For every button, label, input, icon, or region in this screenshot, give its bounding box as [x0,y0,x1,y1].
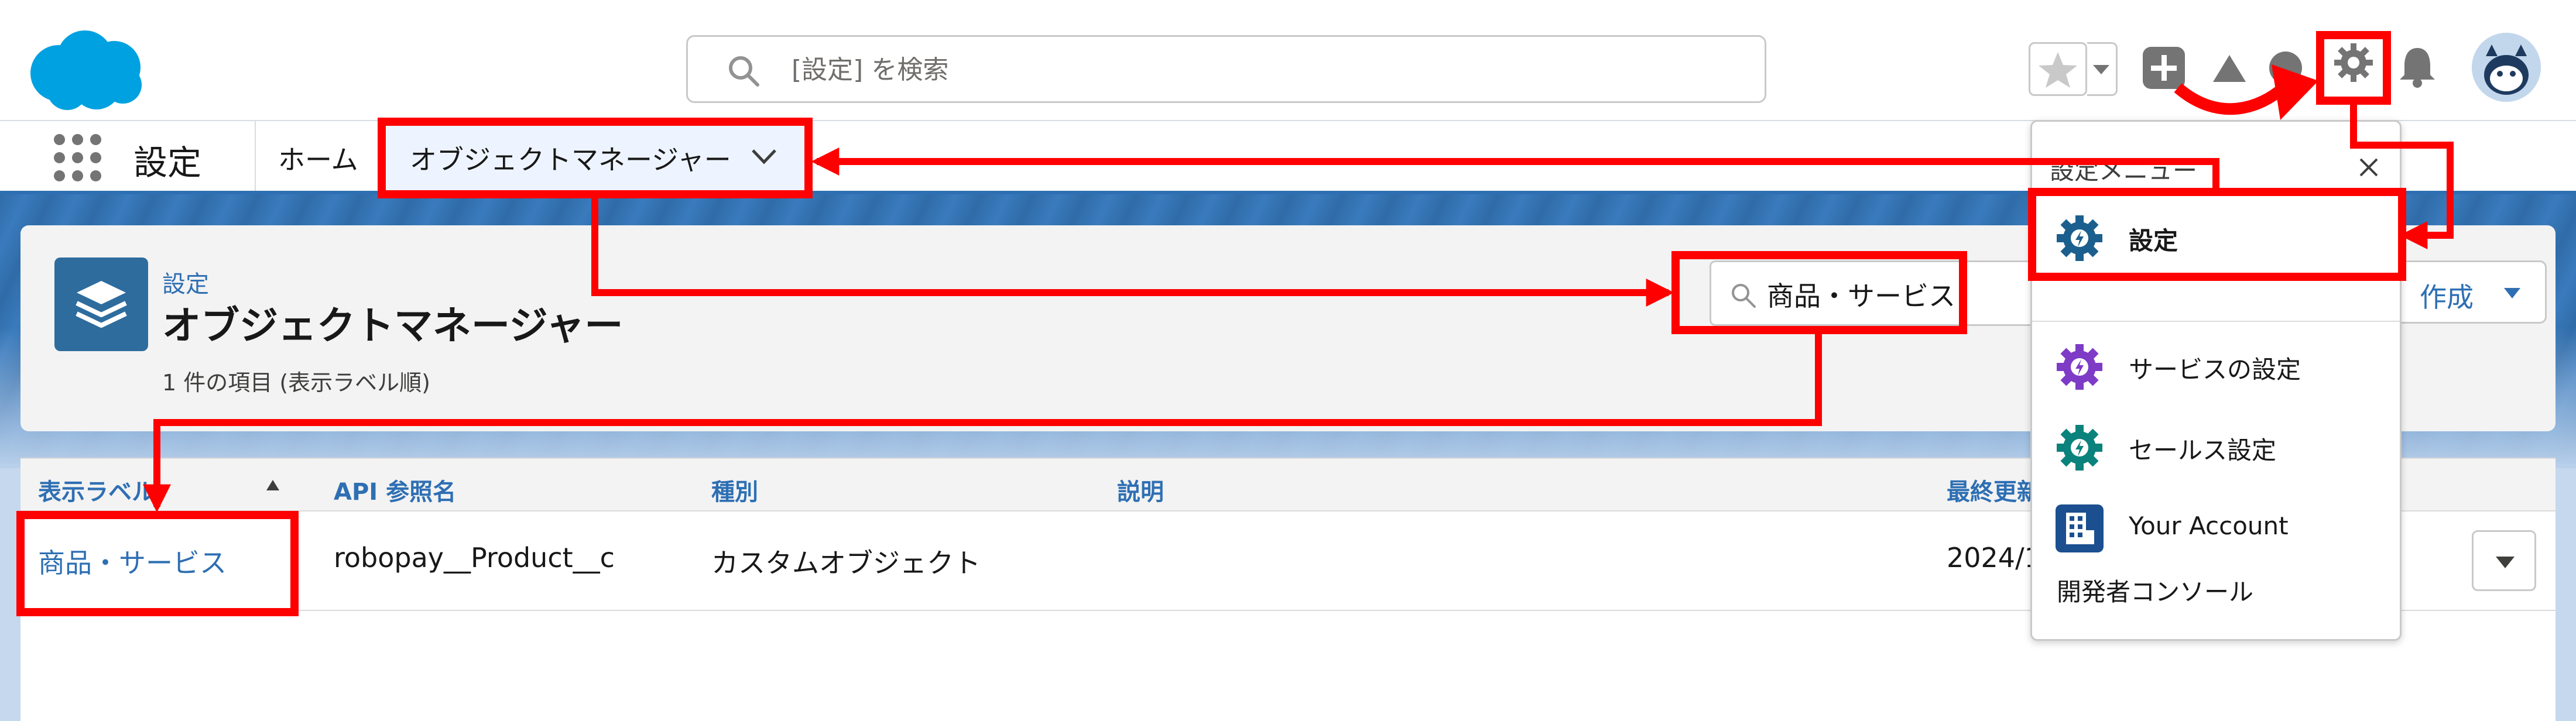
help-icon [2269,52,2302,84]
close-icon[interactable] [2357,156,2380,179]
create-label: 作成 [2420,281,2474,313]
chevron-down-icon [2504,288,2520,298]
tab-home[interactable]: ホーム [278,139,358,177]
search-input[interactable] [790,47,1729,92]
column-header-description[interactable]: 説明 [1117,473,1164,507]
app-launcher-icon[interactable] [54,134,102,182]
help-button[interactable] [2265,47,2307,89]
guidance-center-button[interactable] [2208,47,2250,89]
layers-icon [54,258,148,351]
menu-item-label: Your Account [2129,511,2289,540]
menu-item-label: 設定 [2129,226,2178,255]
global-actions-button[interactable] [2143,47,2185,89]
notifications-button[interactable] [2396,44,2438,89]
menu-item-service-setup[interactable]: サービスの設定 [2032,327,2400,397]
type-cell: カスタムオブジェクト [711,547,981,579]
menu-item-sales-setup[interactable]: セールス設定 [2032,407,2400,478]
account-building-icon [2056,504,2104,552]
quick-find-value: 商品・サービス [1767,280,1955,312]
search-icon [1732,284,1756,308]
sales-setup-icon [2057,425,2102,471]
setup-menu-title: 設定メニュー [2050,156,2198,185]
salesforce-logo[interactable] [26,26,146,111]
chevron-down-icon [2093,65,2109,74]
column-header-type[interactable]: 種別 [711,473,758,507]
user-avatar[interactable] [2472,33,2541,102]
favorites-list-button[interactable] [2087,42,2118,96]
global-search[interactable] [686,35,1766,103]
item-count: 1 件の項目 (表示ラベル順) [162,370,430,396]
setup-gear-icon [2057,215,2102,261]
setup-gear-button[interactable] [2333,42,2374,83]
menu-item-your-account[interactable]: Your Account [2032,488,2400,558]
tab-object-manager[interactable]: オブジェクトマネージャー [386,121,805,191]
last-modified-cell: 2024/1 [1947,542,2041,574]
menu-item-label: サービスの設定 [2129,355,2301,384]
menu-item-developer-console[interactable]: 開発者コンソール [2057,572,2253,608]
gear-icon [2334,43,2373,82]
star-icon [2039,52,2077,88]
row-actions-button[interactable] [2472,530,2536,591]
menu-divider [2032,321,2400,322]
column-header-api-name[interactable]: API 参照名 [334,473,456,507]
search-icon [729,56,759,87]
bell-icon [2400,48,2435,88]
create-button[interactable]: 作成 [2389,260,2547,324]
tab-object-manager-label: オブジェクトマネージャー [410,144,731,176]
plus-icon [2151,55,2177,81]
menu-item-label: セールス設定 [2129,436,2277,465]
nav-divider [255,121,256,191]
chevron-down-icon [2496,557,2515,568]
global-header [0,0,2576,121]
sort-ascending-icon[interactable] [265,479,280,492]
chevron-down-icon[interactable] [749,146,779,167]
menu-item-setup[interactable]: 設定 [2032,198,2400,268]
api-name-cell: robopay__Product__c [334,542,615,574]
page-title: オブジェクトマネージャー [162,303,624,348]
column-header-last-modified[interactable]: 最終更新 [1947,473,2040,507]
setup-menu: 設定メニュー 設定 サービスの設定 セールス設定 Your Account 開発… [2030,120,2402,641]
trailhead-icon [2213,55,2246,82]
service-setup-icon [2057,344,2102,390]
quick-find-input[interactable]: 商品・サービス [1710,260,2043,326]
favorites-button[interactable] [2029,42,2087,96]
column-header-label[interactable]: 表示ラベル [38,473,155,507]
object-label-link[interactable]: 商品・サービス [38,542,227,581]
app-name: 設定 [133,143,202,183]
